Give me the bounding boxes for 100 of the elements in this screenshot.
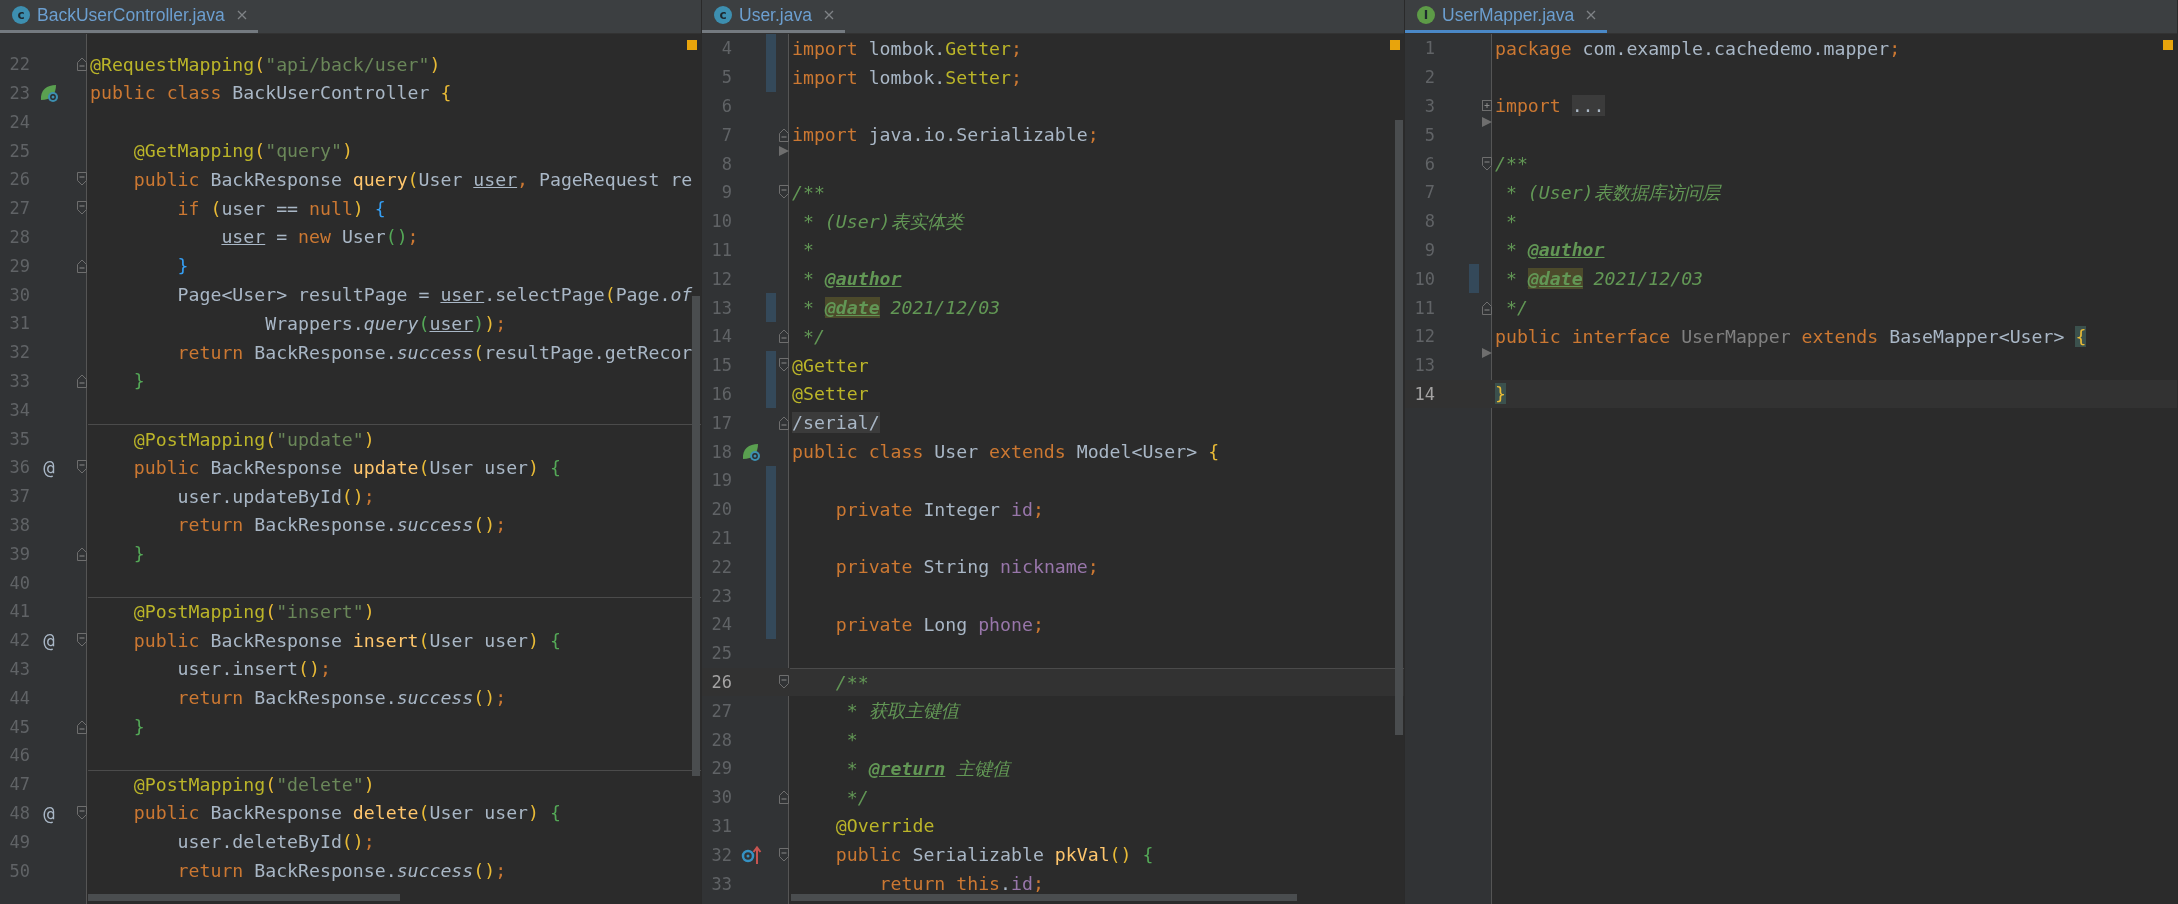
code-line: * @return 主键值 xyxy=(845,756,1011,781)
code-line: * (User)表实体类 xyxy=(801,209,963,234)
code-line: import lombok.Getter; xyxy=(792,37,1022,59)
fold-icon[interactable] xyxy=(76,257,88,274)
fold-icon[interactable] xyxy=(76,372,88,389)
code-line: * 获取主键值 xyxy=(845,699,959,724)
code-editor[interactable] xyxy=(0,34,701,904)
code-line: } xyxy=(132,543,145,565)
code-line: public interface UserMapper extends BaseMapper<User> { xyxy=(1495,325,2087,347)
code-line: * @author xyxy=(801,268,902,290)
code-line: Wrappers.query(user)); xyxy=(264,312,507,334)
code-line: import lombok.Setter; xyxy=(792,66,1022,88)
fold-icon[interactable] xyxy=(778,126,790,143)
code-line: @Override xyxy=(834,815,935,837)
code-line: user.insert(); xyxy=(176,658,331,680)
code-line: /** xyxy=(1495,153,1528,175)
change-marker[interactable] xyxy=(766,34,776,63)
code-line: * @date 2021/12/03 xyxy=(801,297,1001,319)
at-marker[interactable]: @ xyxy=(43,456,55,479)
fold-icon[interactable] xyxy=(778,184,790,201)
file-type-icon: c xyxy=(714,6,732,24)
code-line: return BackResponse.success(); xyxy=(176,687,507,709)
code-line: public BackResponse query(User user, PageRequest re xyxy=(132,168,693,190)
fold-icon[interactable] xyxy=(1481,299,1493,316)
code-line: } xyxy=(132,370,145,392)
fold-icon[interactable] xyxy=(76,804,88,821)
code-line: * @date 2021/12/03 xyxy=(1504,268,1704,290)
fold-icon[interactable] xyxy=(76,459,88,476)
code-line: public Serializable pkVal() { xyxy=(834,844,1154,866)
at-marker[interactable]: @ xyxy=(43,801,55,824)
change-marker[interactable] xyxy=(766,609,776,639)
change-marker[interactable] xyxy=(766,62,776,92)
scrollbar-thumb[interactable] xyxy=(692,296,700,776)
code-line: @PostMapping("update") xyxy=(132,428,375,450)
code-line: @GetMapping("query") xyxy=(132,140,353,162)
code-line: } xyxy=(176,255,189,277)
code-editor[interactable] xyxy=(702,34,1404,904)
fold-icon[interactable] xyxy=(1481,155,1493,172)
fold-icon[interactable] xyxy=(76,718,88,735)
code-line: * @author xyxy=(1504,239,1605,261)
fold-icon[interactable] xyxy=(76,200,88,217)
code-line: public class BackUserController { xyxy=(90,82,452,104)
fold-icon[interactable] xyxy=(778,414,790,431)
code-line: return BackResponse.success(); xyxy=(176,860,507,881)
code-line: Page<User> resultPage = user.selectPage(Page.of xyxy=(176,284,693,306)
code-line: user.updateById(); xyxy=(176,485,375,507)
change-marker[interactable] xyxy=(766,293,776,322)
code-line: public BackResponse update(User user) { xyxy=(132,456,561,478)
fold-icon[interactable] xyxy=(778,846,790,863)
line-number: 14 xyxy=(1413,383,1436,404)
code-line: private Integer id; xyxy=(834,498,1044,520)
code-line: */ xyxy=(845,786,869,808)
code-line: user.deleteById(); xyxy=(176,831,375,853)
code-line: @PostMapping("insert") xyxy=(132,601,375,623)
code-line: * xyxy=(1504,210,1517,232)
code-line: /** xyxy=(792,181,825,203)
change-marker[interactable] xyxy=(766,465,776,495)
fold-icon[interactable] xyxy=(76,171,88,188)
code-line: public class User extends Model<User> { xyxy=(792,441,1220,463)
code-line: private Long phone; xyxy=(834,613,1044,635)
code-line: @Getter xyxy=(792,354,869,376)
code-line: } xyxy=(132,716,145,737)
file-type-icon: I xyxy=(1417,6,1435,24)
code-line: /** xyxy=(834,671,869,693)
fold-icon[interactable] xyxy=(778,357,790,374)
scrollbar-thumb[interactable] xyxy=(88,894,400,901)
fold-icon[interactable] xyxy=(76,632,88,649)
fold-icon[interactable] xyxy=(778,328,790,345)
code-line: import java.io.Serializable; xyxy=(792,124,1099,146)
file-type-icon: c xyxy=(12,6,30,24)
fold-icon[interactable] xyxy=(778,789,790,806)
code-line: import ... xyxy=(1495,95,1605,117)
code-line: if (user == null) { xyxy=(176,197,386,219)
code-line: return BackResponse.success(); xyxy=(176,514,507,536)
code-line: package com.example.cachedemo.mapper; xyxy=(1495,37,1901,59)
close-icon[interactable] xyxy=(822,9,835,21)
at-marker[interactable]: @ xyxy=(43,629,55,652)
scrollbar-thumb[interactable] xyxy=(1395,120,1403,735)
code-line: @Setter xyxy=(792,383,869,405)
code-line: */ xyxy=(801,325,825,347)
expand-icon[interactable] xyxy=(1481,98,1493,114)
code-line: return this.id; xyxy=(878,873,1044,894)
code-line: public BackResponse delete(User user) { xyxy=(132,802,561,824)
change-marker[interactable] xyxy=(766,379,776,409)
fold-icon[interactable] xyxy=(778,673,790,690)
code-line: */ xyxy=(1504,297,1528,319)
code-line: @RequestMapping("api/back/user") xyxy=(90,53,441,75)
scrollbar-thumb[interactable] xyxy=(791,894,1297,901)
code-line: * (User)表数据库访问层 xyxy=(1504,180,1720,205)
code-line: user = new User(); xyxy=(220,226,419,248)
fold-icon[interactable] xyxy=(76,56,88,73)
fold-icon[interactable] xyxy=(76,545,88,562)
close-icon[interactable] xyxy=(235,9,248,21)
change-marker[interactable] xyxy=(1469,264,1479,294)
code-line: public BackResponse insert(User user) { xyxy=(132,629,561,651)
close-icon[interactable] xyxy=(1585,9,1598,21)
change-marker[interactable] xyxy=(766,350,776,380)
code-line: private String nickname; xyxy=(834,556,1099,578)
leaf-icon[interactable] xyxy=(38,82,60,104)
code-line: @PostMapping("delete") xyxy=(132,774,375,796)
